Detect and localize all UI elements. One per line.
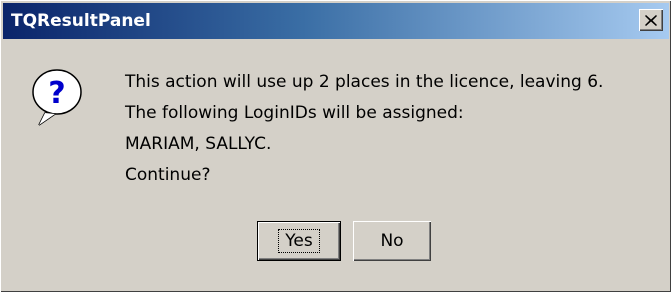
message-text: This action will use up 2 places in the … bbox=[125, 67, 603, 191]
close-icon bbox=[645, 14, 657, 26]
yes-button-label: Yes bbox=[278, 229, 320, 253]
message-line-4: Continue? bbox=[125, 165, 211, 185]
no-button[interactable]: No bbox=[353, 221, 431, 261]
message-dialog: TQResultPanel ? This action will use up … bbox=[0, 0, 672, 293]
message-line-2: The following LoginIDs will be assigned: bbox=[125, 103, 464, 123]
title-bar[interactable]: TQResultPanel bbox=[3, 3, 669, 39]
question-glyph: ? bbox=[48, 76, 65, 111]
message-line-3: MARIAM, SALLYC. bbox=[125, 134, 272, 154]
message-line-1: This action will use up 2 places in the … bbox=[125, 72, 604, 92]
no-button-label: No bbox=[380, 231, 404, 251]
yes-button[interactable]: Yes bbox=[257, 221, 341, 261]
question-icon: ? bbox=[32, 69, 82, 126]
window-title: TQResultPanel bbox=[11, 11, 151, 31]
close-button[interactable] bbox=[639, 9, 663, 31]
